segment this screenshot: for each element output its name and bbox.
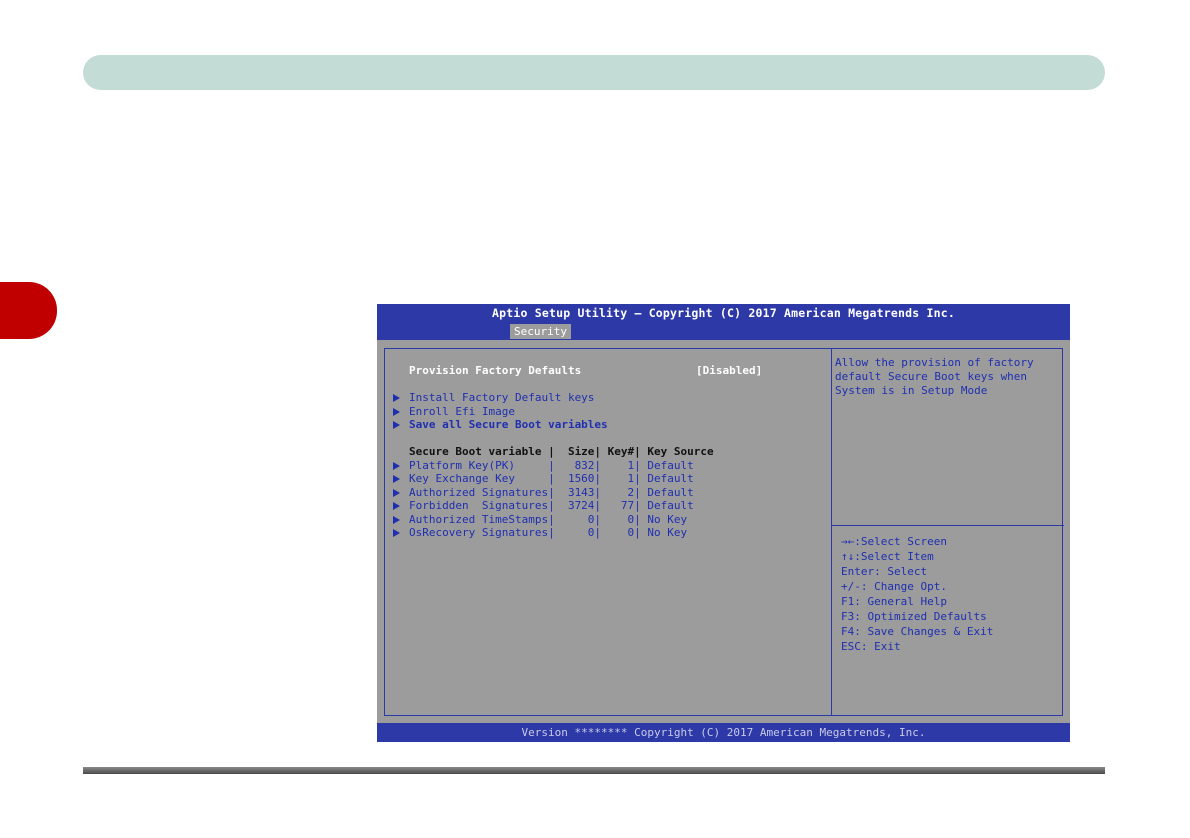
provision-factory-defaults-value[interactable]: [Disabled] (696, 364, 762, 377)
help-text-line: default Secure Boot keys when (835, 370, 1028, 383)
tab-security[interactable]: Security (510, 324, 571, 339)
help-text-line: Allow the provision of factory (835, 356, 1034, 369)
key-legend-general-help: F1: General Help (841, 595, 947, 608)
bios-tab-bar: Security (377, 323, 1070, 340)
key-legend-change-opt: +/-: Change Opt. (841, 580, 947, 593)
page-footer-rule (83, 767, 1105, 774)
menu-install-factory-default-keys[interactable]: Install Factory Default keys (409, 391, 594, 404)
table-row-authorized-signatures[interactable]: Authorized Signatures| 3143| 2| Default (409, 486, 694, 499)
table-row-platform-key[interactable]: Platform Key(PK) | 832| 1| Default (409, 459, 694, 472)
key-legend-esc-exit: ESC: Exit (841, 640, 901, 653)
provision-factory-defaults-label[interactable]: Provision Factory Defaults (409, 364, 581, 377)
help-divider (831, 525, 1064, 526)
submenu-arrow-icon (393, 462, 400, 470)
key-legend-select-screen: →←:Select Screen (841, 535, 947, 548)
key-legend-save-exit: F4: Save Changes & Exit (841, 625, 994, 638)
menu-save-all-secure-boot-variables[interactable]: Save all Secure Boot variables (409, 418, 608, 431)
submenu-arrow-icon (393, 516, 400, 524)
key-legend-select-item: ↑↓:Select Item (841, 550, 934, 563)
submenu-arrow-icon (393, 421, 400, 429)
table-row-authorized-timestamps[interactable]: Authorized TimeStamps| 0| 0| No Key (409, 513, 687, 526)
bios-footer: Version ******** Copyright (C) 2017 Amer… (377, 723, 1070, 742)
bios-title: Aptio Setup Utility – Copyright (C) 2017… (377, 304, 1070, 323)
submenu-arrow-icon (393, 408, 400, 416)
submenu-arrow-icon (393, 502, 400, 510)
bios-screen: Aptio Setup Utility – Copyright (C) 2017… (377, 304, 1070, 742)
table-header: Secure Boot variable | Size| Key#| Key S… (409, 445, 714, 458)
submenu-arrow-icon (393, 489, 400, 497)
key-legend-enter: Enter: Select (841, 565, 928, 578)
panel-divider (831, 349, 832, 715)
submenu-arrow-icon (393, 529, 400, 537)
help-text-line: System is in Setup Mode (835, 384, 988, 397)
bios-frame: Provision Factory Defaults [Disabled] In… (384, 348, 1064, 716)
submenu-arrow-icon (393, 475, 400, 483)
table-row-key-exchange-key[interactable]: Key Exchange Key | 1560| 1| Default (409, 472, 694, 485)
chapter-tab (0, 282, 57, 339)
key-legend-optimized-defaults: F3: Optimized Defaults (841, 610, 987, 623)
menu-enroll-efi-image[interactable]: Enroll Efi Image (409, 405, 515, 418)
table-row-osrecovery-signatures[interactable]: OsRecovery Signatures| 0| 0| No Key (409, 526, 687, 539)
table-row-forbidden-signatures[interactable]: Forbidden Signatures| 3724| 77| Default (409, 499, 694, 512)
page-header-bar (83, 55, 1105, 90)
submenu-arrow-icon (393, 394, 400, 402)
